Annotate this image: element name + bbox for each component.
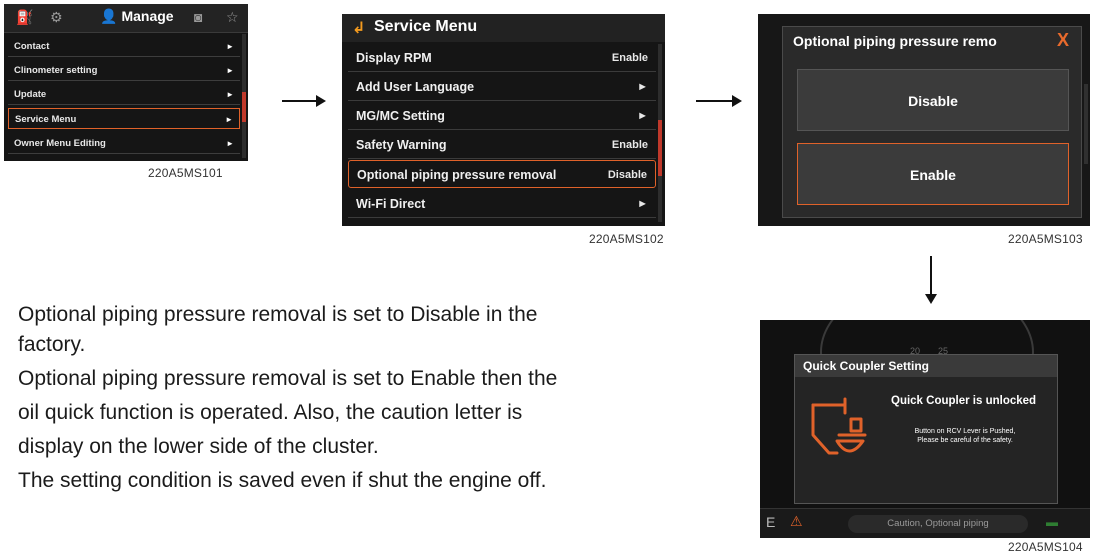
menu-item-label: Update xyxy=(14,89,47,100)
scrollbar-thumb[interactable] xyxy=(242,92,246,122)
chevron-right-icon: ► xyxy=(225,115,233,124)
menu-item-contact[interactable]: Contact ► xyxy=(8,36,240,57)
dialog-title: Quick Coupler Setting xyxy=(795,355,1057,377)
fuel-e-label: E xyxy=(766,514,776,530)
flow-arrow-right xyxy=(282,95,326,107)
manage-tab-label: Manage xyxy=(121,8,174,24)
service-item-value: Enable xyxy=(611,139,648,151)
body-text-line: display on the lower side of the cluster… xyxy=(18,435,379,458)
body-text-line: Optional piping pressure removal is set … xyxy=(18,303,538,326)
star-icon[interactable]: ☆ xyxy=(226,9,239,26)
service-item-value: Enable xyxy=(611,52,648,64)
service-item-optional-piping[interactable]: Optional piping pressure removal Disable xyxy=(348,160,656,188)
option-enable-button[interactable]: Enable xyxy=(797,143,1069,205)
menu-item-owner-menu-editing[interactable]: Owner Menu Editing ► xyxy=(8,133,240,154)
menu-item-label: Owner Menu Editing xyxy=(14,138,106,149)
cluster-bottom-bar: E ⚠ Caution, Optional piping ▬ xyxy=(760,508,1090,538)
gauge-icon[interactable]: ⛽ xyxy=(16,9,33,26)
figure-caption-3: 220A5MS103 xyxy=(1008,232,1083,246)
menu-item-label: Contact xyxy=(14,41,50,52)
coupler-status: Quick Coupler is unlocked xyxy=(891,395,1037,407)
menu-item-label: Service Menu xyxy=(15,114,77,125)
quick-coupler-icon xyxy=(811,397,867,455)
service-menu-titlebar: ↲ Service Menu xyxy=(342,14,665,42)
dialog-title: Optional piping pressure remo xyxy=(793,33,997,49)
status-indicator-icon: ▬ xyxy=(1046,515,1058,529)
page-title: Service Menu xyxy=(374,18,478,35)
close-icon[interactable]: X xyxy=(1057,30,1069,51)
menu-item-service-menu[interactable]: Service Menu ► xyxy=(8,108,240,129)
service-item-label: MG/MC Setting xyxy=(356,109,445,123)
service-item-add-user-language[interactable]: Add User Language ► xyxy=(348,73,656,101)
service-item-label: Display RPM xyxy=(356,51,432,65)
service-item-safety-warning[interactable]: Safety Warning Enable xyxy=(348,131,656,159)
screen-manage-menu: ⛽ ⚙ 👤 Manage ◙ ☆ Contact ► Clinometer set… xyxy=(4,4,248,161)
back-arrow-icon[interactable]: ↲ xyxy=(352,18,365,38)
body-text-line: factory. xyxy=(18,333,86,356)
flow-arrow-right xyxy=(696,95,742,107)
figure-caption-2: 220A5MS102 xyxy=(589,232,664,246)
body-text-line: The setting condition is saved even if s… xyxy=(18,469,547,492)
service-item-label: Wi-Fi Direct xyxy=(356,197,426,211)
service-item-label: Optional piping pressure removal xyxy=(357,168,557,182)
caution-letter: Caution, Optional piping xyxy=(848,515,1028,533)
scrollbar[interactable] xyxy=(1084,84,1088,164)
option-dialog: Optional piping pressure remo X Disable … xyxy=(782,26,1082,218)
scrollbar[interactable] xyxy=(658,44,662,222)
scrollbar[interactable] xyxy=(242,34,246,158)
manage-tab[interactable]: 👤 Manage xyxy=(100,8,174,25)
menu-item-clinometer-setting[interactable]: Clinometer setting ► xyxy=(8,60,240,81)
message-line: Please be careful of the safety. xyxy=(917,437,1013,444)
chevron-right-icon: ► xyxy=(226,66,234,75)
person-icon: 👤 xyxy=(100,8,118,24)
service-item-wifi-direct[interactable]: Wi-Fi Direct ► xyxy=(348,190,656,218)
figure-caption-1: 220A5MS101 xyxy=(148,166,223,180)
service-item-value: Disable xyxy=(607,169,647,181)
service-item-label: Safety Warning xyxy=(356,138,447,152)
figure-caption-4: 220A5MS104 xyxy=(1008,540,1083,554)
body-text-line: oil quick function is operated. Also, th… xyxy=(18,401,523,424)
quick-coupler-dialog: Quick Coupler Setting Quick Coupler is u… xyxy=(794,354,1058,504)
scrollbar-thumb[interactable] xyxy=(658,120,662,176)
message-line: Button on RCV Lever is Pushed, xyxy=(914,428,1016,435)
screen-option-dialog: Optional piping pressure remo X Disable … xyxy=(758,14,1090,226)
coupler-message: Button on RCV Lever is Pushed, Please be… xyxy=(885,427,1045,445)
screen-service-menu: ↲ Service Menu Display RPM Enable Add Us… xyxy=(342,14,665,226)
service-item-mg-mc-setting[interactable]: MG/MC Setting ► xyxy=(348,102,656,130)
body-text-line: Optional piping pressure removal is set … xyxy=(18,367,558,390)
chevron-right-icon: ► xyxy=(226,90,234,99)
service-item-display-rpm[interactable]: Display RPM Enable xyxy=(348,44,656,72)
chevron-right-icon: ► xyxy=(226,139,234,148)
menu-item-update[interactable]: Update ► xyxy=(8,84,240,105)
chevron-right-icon: ► xyxy=(637,198,648,210)
screen-quick-coupler: 20 25 Quick Coupler Setting Quick Couple… xyxy=(760,320,1090,538)
flow-arrow-down xyxy=(925,256,937,304)
option-disable-button[interactable]: Disable xyxy=(797,69,1069,131)
coolant-icon: ⚠ xyxy=(790,513,803,529)
service-item-label: Add User Language xyxy=(356,80,475,94)
gear-icon[interactable]: ⚙ xyxy=(50,9,63,26)
menu-item-label: Clinometer setting xyxy=(14,65,98,76)
chevron-right-icon: ► xyxy=(226,42,234,51)
chevron-right-icon: ► xyxy=(637,81,648,93)
manage-topbar: ⛽ ⚙ 👤 Manage ◙ ☆ xyxy=(4,4,248,33)
chevron-right-icon: ► xyxy=(637,110,648,122)
camera-icon[interactable]: ◙ xyxy=(194,9,202,25)
